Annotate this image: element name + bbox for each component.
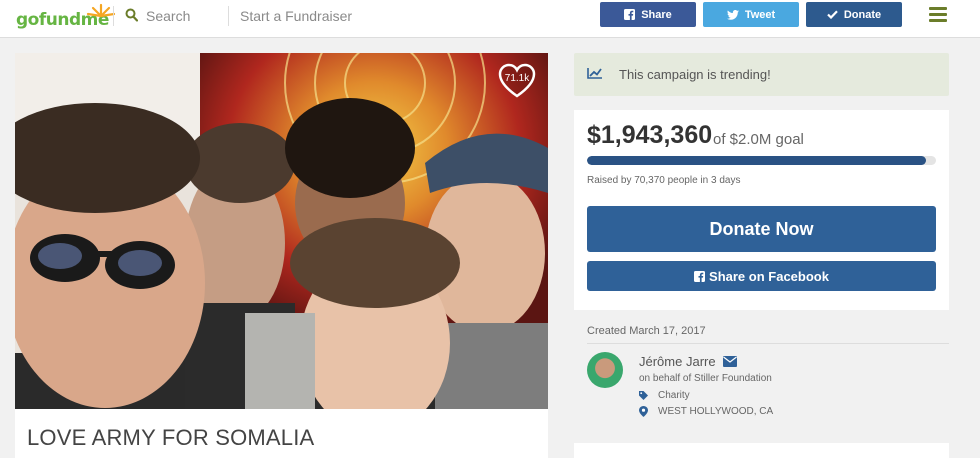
raised-by-text: Raised by 70,370 people in 3 days — [587, 175, 741, 186]
avatar[interactable] — [587, 352, 623, 388]
progress-bar — [587, 156, 936, 165]
amount-raised: $1,943,360 — [587, 121, 713, 149]
hamburger-menu-icon[interactable] — [929, 7, 947, 22]
envelope-icon[interactable] — [722, 356, 737, 367]
trending-chart-icon — [587, 68, 602, 79]
search-link[interactable]: Search — [146, 8, 190, 24]
location-label: WEST HOLLYWOOD, CA — [658, 406, 774, 417]
search-icon[interactable] — [125, 8, 138, 22]
header-divider — [228, 6, 229, 26]
top-header: gofundme Search Start a Fundraiser Share… — [0, 0, 980, 38]
donate-label: Donate — [843, 8, 882, 21]
organizer-name[interactable]: Jérôme Jarre — [639, 354, 716, 369]
gofundme-logo[interactable]: gofundme — [16, 3, 116, 30]
behalf-text: on behalf of Stiller Foundation — [639, 373, 772, 384]
tweet-button[interactable]: Tweet — [703, 2, 799, 27]
twitter-icon — [726, 9, 739, 20]
donation-card: $1,943,360 of $2.0M goal Raised by 70,37… — [574, 110, 949, 310]
trending-banner: This campaign is trending! — [574, 53, 949, 96]
share-label: Share — [641, 8, 672, 21]
campaign-photo — [15, 53, 548, 409]
header-divider — [113, 6, 114, 26]
check-icon — [827, 10, 838, 19]
goal-text: of $2.0M goal — [713, 131, 804, 148]
trending-text: This campaign is trending! — [619, 67, 771, 82]
organizer: Jérôme Jarre — [639, 354, 737, 369]
campaign-title: LOVE ARMY FOR SOMALIA — [27, 425, 315, 450]
location: WEST HOLLYWOOD, CA — [639, 406, 773, 417]
bottom-card — [574, 443, 949, 458]
category: Charity — [639, 390, 690, 401]
share-button[interactable]: Share — [600, 2, 696, 27]
category-label[interactable]: Charity — [658, 390, 690, 401]
donate-now-button[interactable]: Donate Now — [587, 206, 936, 252]
tweet-label: Tweet — [744, 8, 776, 21]
progress-fill — [587, 156, 926, 165]
created-date: Created March 17, 2017 — [587, 325, 706, 337]
title-card: LOVE ARMY FOR SOMALIA — [15, 409, 548, 458]
like-count: 71.1k — [504, 73, 530, 84]
share-on-facebook-button[interactable]: Share on Facebook — [587, 261, 936, 291]
donate-now-label: Donate Now — [709, 218, 814, 239]
divider — [587, 343, 949, 344]
facebook-icon — [624, 9, 636, 20]
header-donate-button[interactable]: Donate — [806, 2, 902, 27]
share-facebook-label: Share on Facebook — [709, 268, 829, 284]
tag-icon — [639, 391, 648, 400]
map-pin-icon — [639, 406, 648, 417]
facebook-icon — [694, 270, 706, 282]
start-fundraiser-link[interactable]: Start a Fundraiser — [240, 8, 352, 24]
